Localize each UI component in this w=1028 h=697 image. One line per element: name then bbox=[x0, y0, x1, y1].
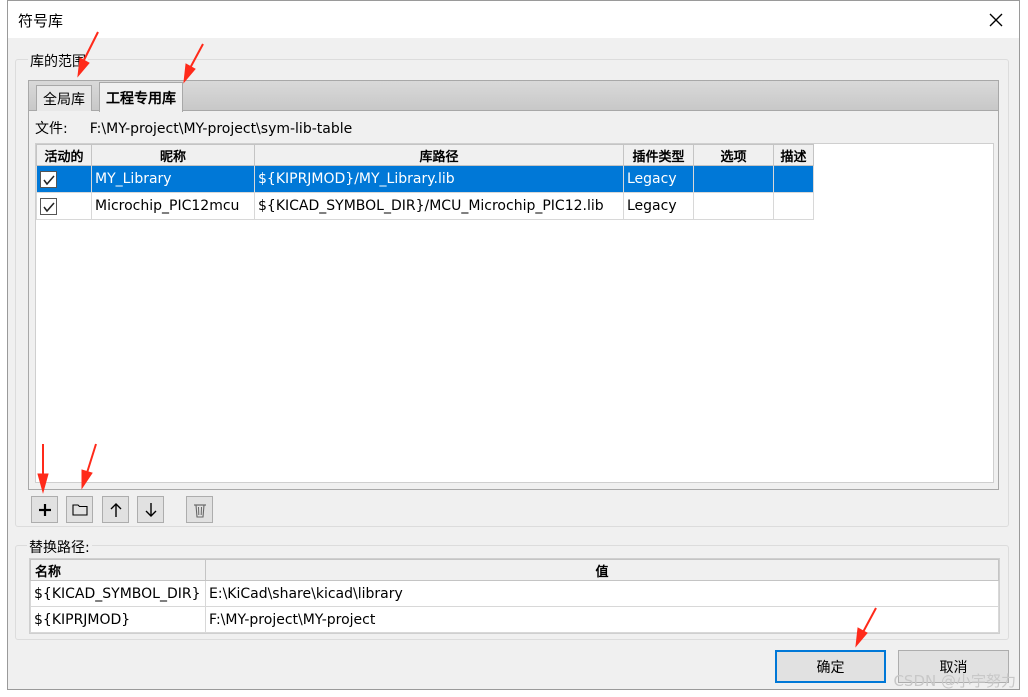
table-row[interactable]: Microchip_PIC12mcu ${KICAD_SYMBOL_DIR}/M… bbox=[36, 192, 814, 220]
delete-library-button[interactable] bbox=[186, 496, 213, 523]
tab-strip: 全局库 工程专用库 bbox=[29, 81, 998, 112]
path-substitutions-grid[interactable]: 名称 值 ${KICAD_SYMBOL_DIR} E:\KiCad\share\… bbox=[29, 558, 1000, 634]
path-cell[interactable]: ${KICAD_SYMBOL_DIR}/MCU_Microchip_PIC12.… bbox=[254, 192, 624, 220]
description-cell[interactable] bbox=[773, 165, 814, 193]
value-cell[interactable]: F:\MY-project\MY-project bbox=[205, 606, 999, 633]
active-cell[interactable] bbox=[36, 165, 92, 193]
file-row: 文件: F:\MY-project\MY-project\sym-lib-tabl… bbox=[35, 118, 352, 138]
description-cell[interactable] bbox=[773, 192, 814, 220]
active-checkbox[interactable] bbox=[40, 197, 57, 215]
column-header-path[interactable]: 库路径 bbox=[254, 144, 624, 166]
watermark: CSDN @小宇努力 bbox=[893, 672, 1016, 690]
plus-icon bbox=[38, 503, 51, 516]
active-checkbox[interactable] bbox=[40, 170, 57, 188]
title-bar: 符号库 bbox=[8, 1, 1019, 38]
file-path: F:\MY-project\MY-project\sym-lib-table bbox=[89, 121, 353, 137]
file-label: 文件: bbox=[35, 121, 68, 137]
column-header-active[interactable]: 活动的 bbox=[36, 144, 92, 166]
tab-project-libraries[interactable]: 工程专用库 bbox=[99, 82, 183, 112]
name-cell[interactable]: ${KIPRJMOD} bbox=[30, 606, 206, 633]
trash-icon bbox=[193, 503, 206, 518]
move-up-button[interactable] bbox=[102, 496, 129, 523]
column-header-options[interactable]: 选项 bbox=[693, 144, 774, 166]
name-cell[interactable]: ${KICAD_SYMBOL_DIR} bbox=[30, 580, 206, 607]
value-cell[interactable]: E:\KiCad\share\kicad\library bbox=[205, 580, 999, 607]
window-title: 符号库 bbox=[18, 12, 64, 30]
library-table: 活动的 昵称 库路径 插件类型 选项 描述 MY_Library ${KIPRJ… bbox=[36, 144, 814, 220]
library-table-grid[interactable]: 活动的 昵称 库路径 插件类型 选项 描述 MY_Library ${KIPRJ… bbox=[35, 143, 994, 483]
nickname-cell[interactable]: MY_Library bbox=[91, 165, 255, 193]
column-header-nickname[interactable]: 昵称 bbox=[91, 144, 255, 166]
library-table-header: 活动的 昵称 库路径 插件类型 选项 描述 bbox=[36, 144, 814, 166]
path-substitutions-label: 替换路径: bbox=[27, 537, 92, 557]
plugin-type-cell[interactable]: Legacy bbox=[623, 192, 694, 220]
library-tabs-panel: 全局库 工程专用库 文件: F:\MY-project\MY-project\sy… bbox=[28, 80, 999, 490]
options-cell[interactable] bbox=[693, 165, 774, 193]
checkmark-icon bbox=[43, 175, 55, 185]
add-existing-library-button[interactable] bbox=[66, 496, 93, 523]
add-library-button[interactable] bbox=[31, 496, 58, 523]
table-row[interactable]: ${KIPRJMOD} F:\MY-project\MY-project bbox=[30, 606, 999, 633]
symbol-library-dialog: 符号库 库的范围 全局库 工程专用库 文件: F:\MY-project\MY-p… bbox=[7, 0, 1020, 690]
column-header-plugin-type[interactable]: 插件类型 bbox=[623, 144, 694, 166]
ok-button[interactable]: 确定 bbox=[775, 650, 886, 683]
folder-icon bbox=[71, 504, 88, 516]
table-row[interactable]: MY_Library ${KIPRJMOD}/MY_Library.lib Le… bbox=[36, 165, 814, 193]
plugin-type-cell[interactable]: Legacy bbox=[623, 165, 694, 193]
column-header-description[interactable]: 描述 bbox=[773, 144, 814, 166]
column-header-name[interactable]: 名称 bbox=[30, 559, 206, 581]
options-cell[interactable] bbox=[693, 192, 774, 220]
active-cell[interactable] bbox=[36, 192, 92, 220]
close-button[interactable] bbox=[983, 7, 1009, 33]
path-cell[interactable]: ${KIPRJMOD}/MY_Library.lib bbox=[254, 165, 624, 193]
column-header-value[interactable]: 值 bbox=[205, 559, 999, 581]
tab-global-libraries[interactable]: 全局库 bbox=[36, 85, 92, 111]
arrow-down-icon bbox=[145, 502, 156, 517]
table-row[interactable]: ${KICAD_SYMBOL_DIR} E:\KiCad\share\kicad… bbox=[30, 580, 999, 607]
close-icon bbox=[989, 13, 1003, 27]
arrow-up-icon bbox=[110, 502, 121, 517]
checkmark-icon bbox=[43, 202, 55, 212]
nickname-cell[interactable]: Microchip_PIC12mcu bbox=[91, 192, 255, 220]
move-down-button[interactable] bbox=[137, 496, 164, 523]
library-scope-label: 库的范围 bbox=[28, 51, 88, 71]
path-substitutions-table: 名称 值 ${KICAD_SYMBOL_DIR} E:\KiCad\share\… bbox=[30, 559, 999, 633]
path-table-header: 名称 值 bbox=[30, 559, 999, 581]
